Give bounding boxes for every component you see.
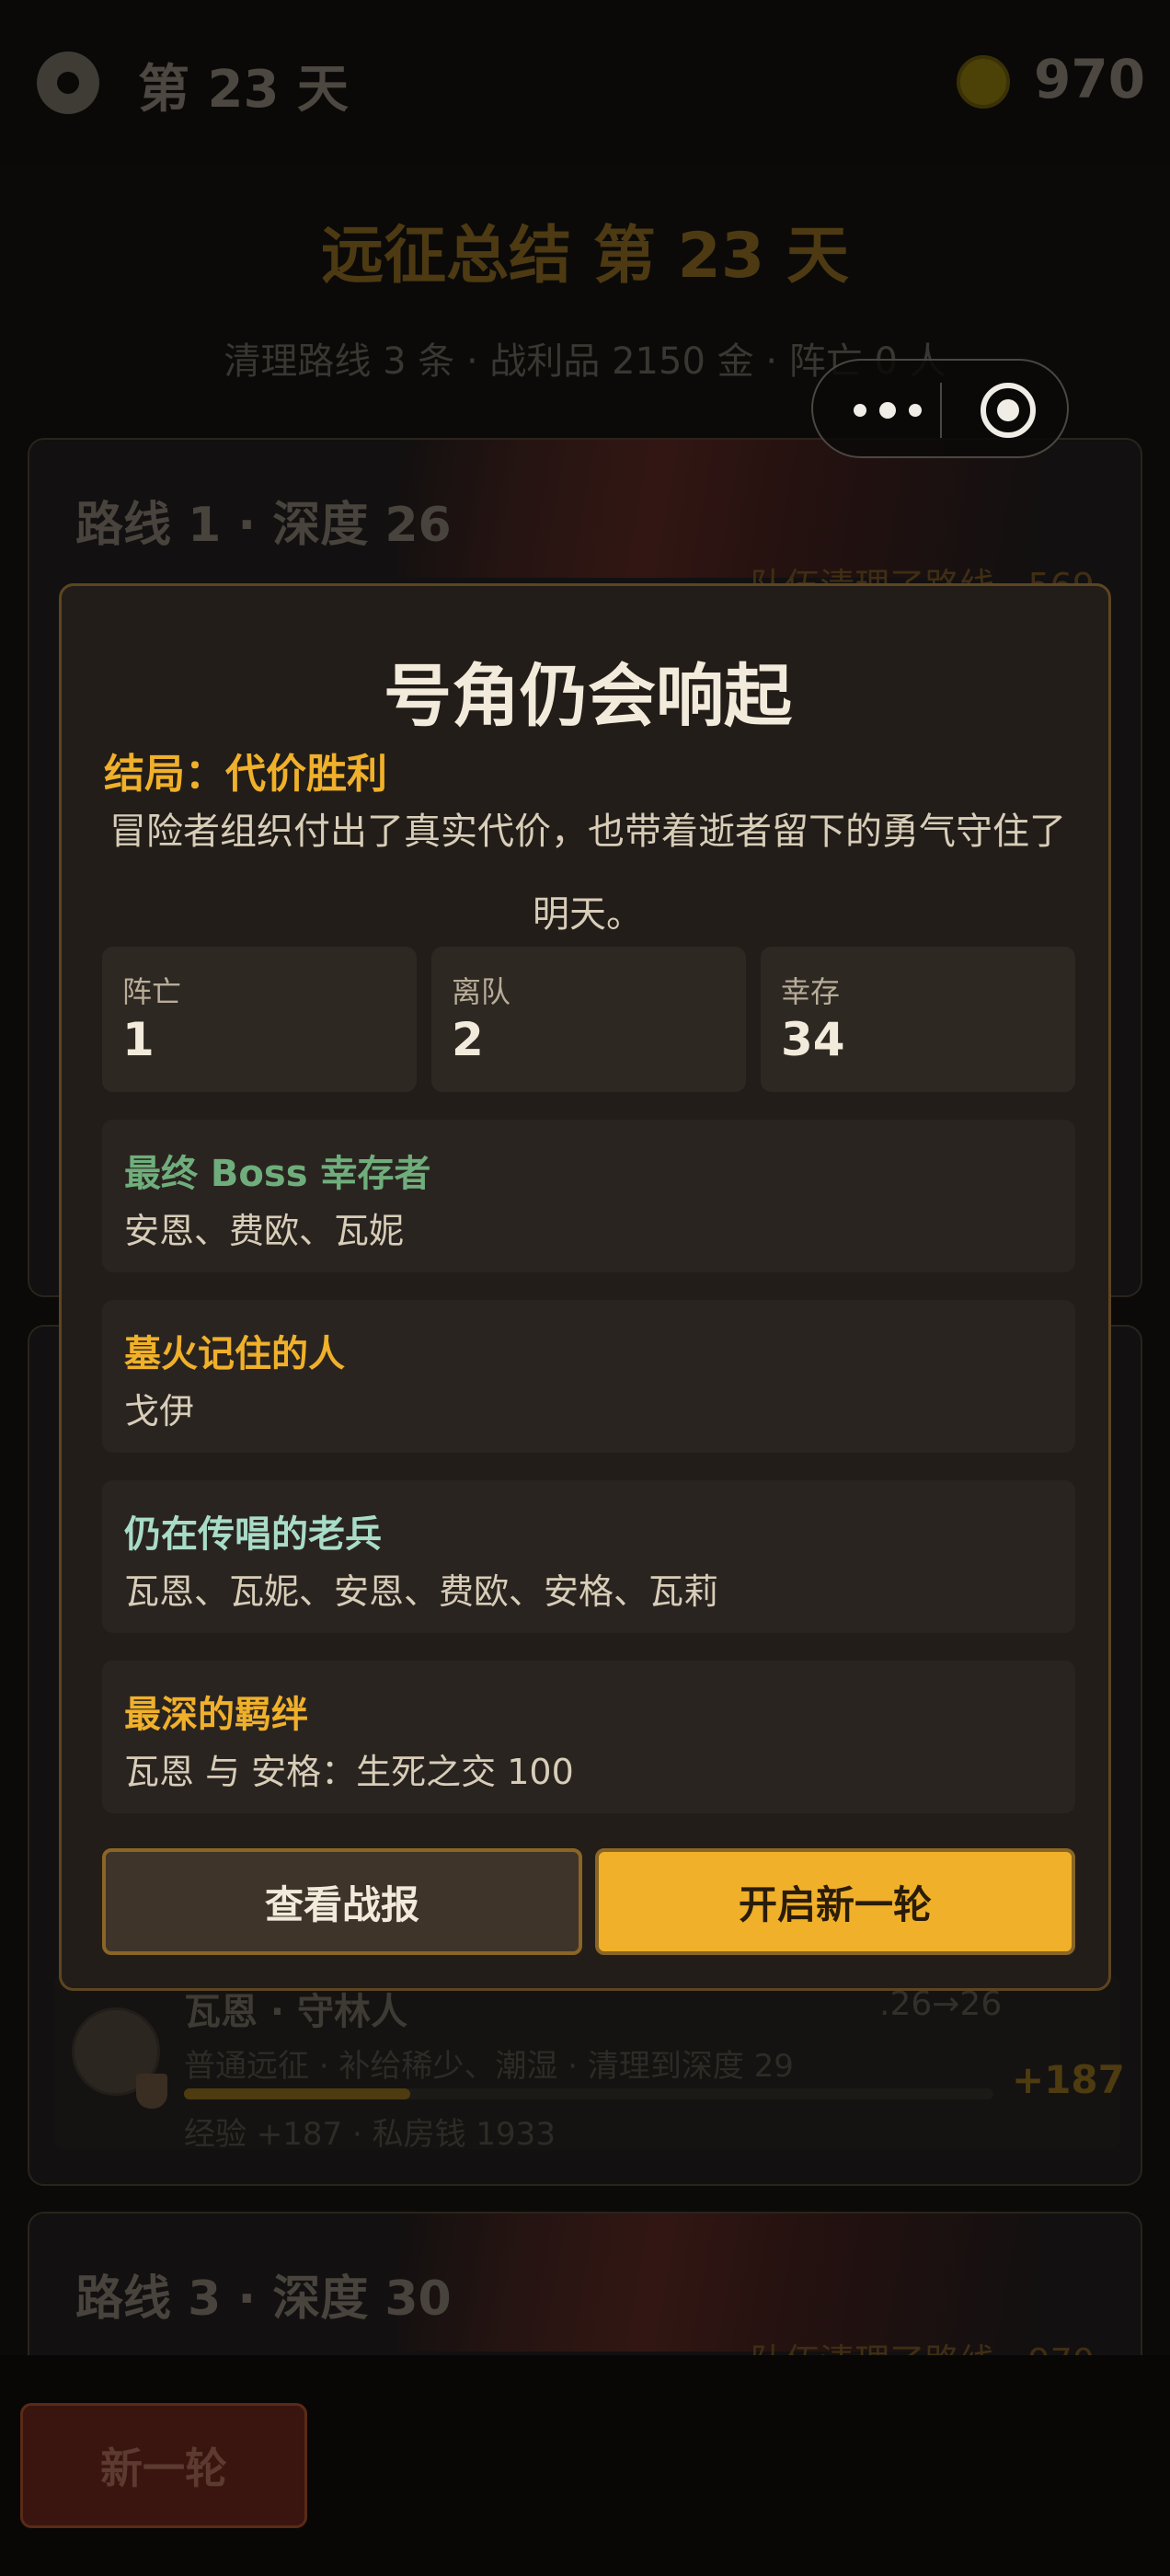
section-heading: 最深的羁绊 xyxy=(124,1694,308,1736)
stat-label: 阵亡 xyxy=(122,974,182,1009)
stat-left: 离队 2 xyxy=(431,947,746,1092)
stat-value: 34 xyxy=(781,1013,845,1066)
ending-description: 冒险者组织付出了真实代价，也带着逝者留下的勇气守住了明天。 xyxy=(109,811,1066,936)
view-report-button[interactable]: 查看战报 xyxy=(102,1848,582,1955)
stat-label: 幸存 xyxy=(781,974,841,1009)
stat-value: 2 xyxy=(452,1013,484,1066)
section-heading: 墓火记住的人 xyxy=(124,1333,345,1375)
more-icon[interactable] xyxy=(844,388,946,432)
section-body: 安恩、费欧、瓦妮 xyxy=(124,1211,405,1251)
section-body: 瓦恩 与 安格：生死之交 100 xyxy=(124,1752,574,1792)
deepest-bond-section: 最深的羁绊 瓦恩 与 安格：生死之交 100 xyxy=(102,1661,1075,1813)
stat-dead: 阵亡 1 xyxy=(102,947,417,1092)
section-heading: 仍在传唱的老兵 xyxy=(124,1513,382,1556)
close-miniprogram-icon[interactable] xyxy=(981,383,1036,438)
veterans-section: 仍在传唱的老兵 瓦恩、瓦妮、安恩、费欧、安格、瓦莉 xyxy=(102,1480,1075,1633)
capsule-menu xyxy=(811,359,1069,458)
boss-survivors-section: 最终 Boss 幸存者 安恩、费欧、瓦妮 xyxy=(102,1120,1075,1272)
remembered-section: 墓火记住的人 戈伊 xyxy=(102,1300,1075,1453)
modal-title: 号角仍会响起 xyxy=(384,657,792,736)
ending-modal: 号角仍会响起 结局：代价胜利 冒险者组织付出了真实代价，也带着逝者留下的勇气守住… xyxy=(59,583,1111,1991)
start-new-round-button[interactable]: 开启新一轮 xyxy=(595,1848,1075,1955)
stat-survived: 幸存 34 xyxy=(761,947,1075,1092)
capsule-divider xyxy=(940,383,942,438)
stat-value: 1 xyxy=(122,1013,155,1066)
stat-label: 离队 xyxy=(452,974,511,1009)
section-body: 戈伊 xyxy=(124,1391,195,1432)
stats-row: 阵亡 1 离队 2 幸存 34 xyxy=(102,947,1075,1092)
section-heading: 最终 Boss 幸存者 xyxy=(124,1153,431,1195)
section-body: 瓦恩、瓦妮、安恩、费欧、安格、瓦莉 xyxy=(124,1571,719,1612)
